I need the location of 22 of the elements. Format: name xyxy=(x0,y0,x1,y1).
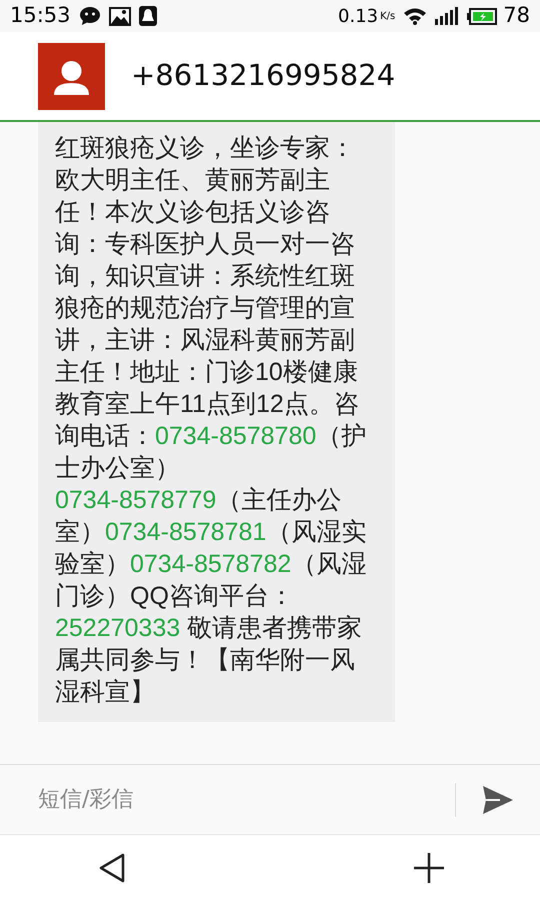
back-icon[interactable] xyxy=(99,852,125,882)
status-time: 15:53 xyxy=(10,2,71,30)
chat-bubble-icon xyxy=(78,6,101,26)
notification-icon xyxy=(138,6,157,26)
phone-link[interactable]: 252270333 xyxy=(55,614,180,642)
wifi-icon xyxy=(403,7,428,25)
image-icon xyxy=(108,6,131,26)
phone-link[interactable]: 0734-8578779 xyxy=(55,486,216,514)
battery-icon xyxy=(467,8,498,24)
send-icon xyxy=(482,784,514,814)
avatar-icon[interactable] xyxy=(38,42,105,110)
network-speed: 0.13 xyxy=(338,4,378,28)
battery-percent: 78 xyxy=(503,2,530,30)
contact-number: +8613216995824 xyxy=(131,57,396,94)
message-input-field[interactable]: 短信/彩信 xyxy=(38,774,455,824)
signal-icon xyxy=(435,7,460,25)
message-text: 红斑狼疮义诊，坐诊专家：欧大明主任、黄丽芳副主任！本次义诊包括义诊咨询：专科医护人员一对一咨询，知识宣讲：系统性红斑狼疮的规范治疗与管理的宣讲，主讲：风湿科黄丽芳副主任！地址：门诊10楼健康教育室上午11点到12点。咨询电话：0734-8578780（护士办公室） 0734-8578779（主任办公室）0734-8578781（风湿实验室）0734-8578782（风湿门诊）QQ咨询平台： 252270333 敬请患者携带家属共同参与！【南华附一风湿科宣】 xyxy=(55,133,368,708)
phone-link[interactable]: 0734-8578782 xyxy=(130,550,292,578)
phone-link[interactable]: 0734-8578780 xyxy=(155,422,316,450)
speed-unit: K/s xyxy=(380,10,396,24)
phone-link[interactable]: 0734-8578781 xyxy=(105,518,266,546)
add-icon[interactable] xyxy=(414,852,444,882)
